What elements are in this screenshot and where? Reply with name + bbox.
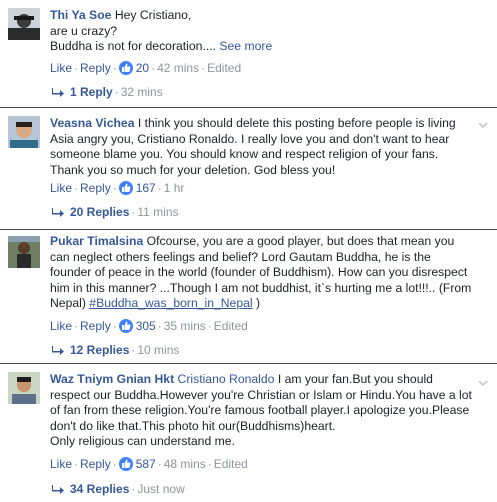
like-icon — [118, 61, 133, 75]
comment-actions: Like · Reply · 167 · 1 hr — [50, 181, 185, 195]
like-button[interactable]: Like — [50, 319, 72, 333]
view-replies-link[interactable]: 1 Reply — [70, 85, 113, 99]
comment-1: Thi Ya Soe Hey Cristiano, are u crazy? B… — [0, 0, 497, 108]
comment-author[interactable]: Thi Ya Soe — [50, 8, 111, 22]
see-more-link[interactable]: See more — [219, 39, 272, 53]
like-count[interactable]: 305 — [136, 319, 156, 333]
chevron-down-icon[interactable] — [477, 118, 489, 130]
comment-4: Waz Tniym Gnian Hkt Cristiano Ronaldo I … — [0, 364, 497, 502]
reply-button[interactable]: Reply — [80, 319, 111, 333]
mention-link[interactable]: Cristiano Ronaldo — [178, 372, 275, 386]
reply-arrow-icon — [52, 86, 64, 102]
reply-button[interactable]: Reply — [80, 61, 111, 75]
reply-arrow-icon — [52, 344, 64, 360]
timestamp[interactable]: 42 mins — [157, 61, 199, 75]
replies-timestamp: 32 mins — [120, 85, 163, 99]
avatar[interactable] — [8, 372, 40, 404]
like-count[interactable]: 20 — [136, 61, 149, 75]
comment-text: Veasna Vichea I think you should delete … — [50, 116, 456, 177]
like-icon — [118, 457, 133, 471]
hashtag-link[interactable]: #Buddha_was_born_in_Nepal — [89, 296, 252, 310]
edited-label[interactable]: Edited — [207, 61, 241, 75]
replies-timestamp: 11 mins — [137, 205, 179, 219]
view-replies-link[interactable]: 20 Replies — [70, 205, 129, 219]
like-button[interactable]: Like — [50, 457, 72, 471]
replies-timestamp: Just now — [137, 482, 185, 496]
comment-text: Thi Ya Soe Hey Cristiano, are u crazy? B… — [50, 8, 273, 53]
like-count[interactable]: 587 — [136, 457, 156, 471]
comment-author[interactable]: Veasna Vichea — [50, 116, 134, 130]
comment-author[interactable]: Pukar Timalsina — [50, 234, 143, 248]
timestamp[interactable]: 48 mins — [164, 457, 206, 471]
view-replies-link[interactable]: 12 Replies — [70, 343, 129, 357]
edited-label[interactable]: Edited — [214, 319, 248, 333]
like-icon — [118, 319, 133, 333]
comment-text: Pukar Timalsina Ofcourse, you are a good… — [50, 234, 472, 310]
like-button[interactable]: Like — [50, 181, 72, 195]
replies-row[interactable]: 34 Replies · Just now — [52, 481, 185, 499]
replies-row[interactable]: 1 Reply · 32 mins — [52, 84, 163, 102]
comment-actions: Like · Reply · 20 · 42 mins · Edited — [50, 61, 242, 75]
timestamp[interactable]: 1 hr — [164, 181, 185, 195]
comment-text: Waz Tniym Gnian Hkt Cristiano Ronaldo I … — [50, 372, 472, 448]
comment-actions: Like · Reply · 587 · 48 mins · Edited — [50, 457, 248, 471]
comment-3: Pukar Timalsina Ofcourse, you are a good… — [0, 230, 497, 364]
reply-arrow-icon — [52, 483, 64, 499]
like-button[interactable]: Like — [50, 61, 72, 75]
comment-author[interactable]: Waz Tniym Gnian Hkt — [50, 372, 174, 386]
avatar[interactable] — [8, 116, 40, 148]
replies-row[interactable]: 12 Replies · 10 mins — [52, 342, 179, 360]
replies-timestamp: 10 mins — [137, 343, 180, 357]
like-icon — [118, 181, 133, 195]
reply-button[interactable]: Reply — [80, 181, 111, 195]
replies-row[interactable]: 20 Replies · 11 mins — [52, 204, 179, 222]
comment-actions: Like · Reply · 305 · 35 mins · Edited — [50, 319, 248, 333]
edited-label[interactable]: Edited — [214, 457, 248, 471]
like-count[interactable]: 167 — [136, 181, 156, 195]
avatar[interactable] — [8, 236, 40, 268]
reply-button[interactable]: Reply — [80, 457, 111, 471]
reply-arrow-icon — [52, 206, 64, 222]
view-replies-link[interactable]: 34 Replies — [70, 482, 129, 496]
chevron-down-icon[interactable] — [477, 376, 489, 388]
avatar[interactable] — [8, 8, 40, 40]
timestamp[interactable]: 35 mins — [164, 319, 206, 333]
comment-2: Veasna Vichea I think you should delete … — [0, 108, 497, 230]
